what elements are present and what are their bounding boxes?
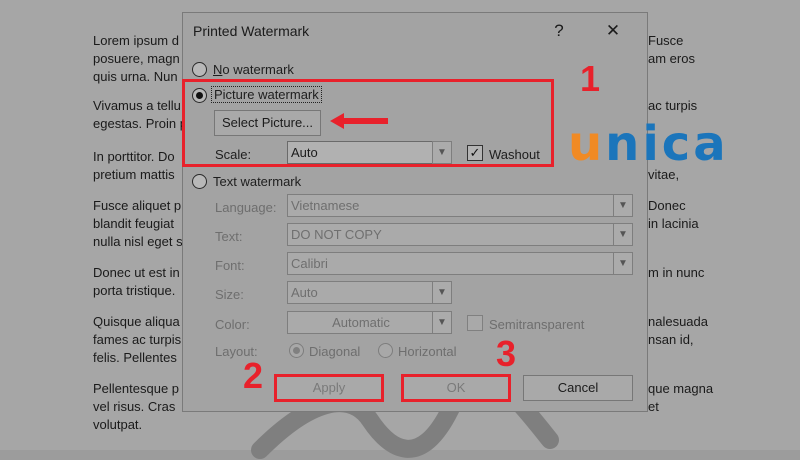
chevron-down-icon[interactable]: ▼: [432, 141, 452, 164]
horizontal-radio[interactable]: [378, 343, 393, 358]
no-watermark-mnemonic: N: [213, 62, 223, 77]
text-watermark-label: Text watermark: [213, 174, 302, 189]
logo-letter-i: i: [642, 116, 662, 172]
step-3-marker: 3: [496, 333, 517, 374]
document-line: fames ac turpis: [93, 332, 182, 347]
color-dropdown[interactable]: Automatic ▼: [287, 311, 452, 334]
text-value: DO NOT COPY: [291, 227, 382, 242]
scale-label: Scale:: [215, 147, 252, 162]
document-line: In porttitor. Do: [93, 149, 175, 164]
select-picture-button[interactable]: Select Picture...: [214, 110, 321, 136]
step-1-marker: 1: [580, 58, 601, 99]
semitransparent-checkbox[interactable]: [467, 315, 483, 331]
document-line: Fusce: [648, 33, 684, 48]
document-line: Lorem ipsum d: [93, 33, 179, 48]
font-value: Calibri: [291, 256, 328, 271]
scale-value: Auto: [291, 145, 318, 160]
document-line: in lacinia: [648, 216, 699, 231]
language-value: Vietnamese: [291, 198, 360, 213]
document-line: nalesuada: [648, 314, 708, 329]
semitransparent-label: Semitransparent: [489, 317, 585, 332]
no-watermark-label: No watermark: [213, 62, 294, 77]
document-line: que magna: [648, 381, 714, 396]
color-label: Color:: [215, 317, 250, 332]
help-button[interactable]: ?: [547, 19, 571, 43]
document-line: porta tristique.: [93, 283, 176, 298]
document-line: et: [648, 399, 659, 414]
text-watermark-radio[interactable]: [192, 174, 207, 189]
document-line: pretium mattis: [93, 167, 175, 182]
unica-logo: unica: [568, 116, 729, 172]
washout-checkbox[interactable]: ✓: [467, 145, 483, 161]
size-value: Auto: [291, 285, 318, 300]
document-line: felis. Pellentes: [93, 350, 177, 365]
logo-letter-a: a: [693, 116, 729, 172]
logo-letter-n: n: [605, 116, 643, 172]
apply-button[interactable]: Apply: [274, 374, 384, 402]
chevron-down-icon[interactable]: ▼: [613, 252, 633, 275]
printed-watermark-dialog: Printed Watermark ? ✕ No watermark Pictu…: [182, 12, 648, 412]
text-label: Text:: [215, 229, 243, 244]
diagonal-label: Diagonal: [309, 344, 361, 359]
text-combobox[interactable]: DO NOT COPY ▼: [287, 223, 633, 246]
ok-button[interactable]: OK: [401, 374, 511, 402]
document-line: Fusce aliquet p: [93, 198, 182, 213]
document-line: egestas. Proin p: [93, 116, 187, 131]
close-button[interactable]: ✕: [601, 19, 625, 43]
chevron-down-icon[interactable]: ▼: [613, 194, 633, 217]
document-line: volutpat.: [93, 417, 143, 432]
document-line: nsan id,: [648, 332, 694, 347]
document-line: m in nunc: [648, 265, 705, 280]
step-2-marker: 2: [243, 355, 264, 396]
washout-label: Washout: [489, 147, 540, 162]
document-line: posuere, magn: [93, 51, 180, 66]
no-watermark-text: o watermark: [222, 62, 294, 77]
size-dropdown[interactable]: Auto ▼: [287, 281, 452, 304]
size-label: Size:: [215, 287, 244, 302]
document-line: Donec ut est in: [93, 265, 180, 280]
document-line: ac turpis: [648, 98, 698, 113]
arrow-left-icon: [330, 113, 388, 129]
logo-letter-u: u: [568, 116, 606, 172]
diagonal-radio[interactable]: [289, 343, 304, 358]
document-line: quis urna. Nun: [93, 69, 178, 84]
no-watermark-radio[interactable]: [192, 62, 207, 77]
document-line: Vivamus a tellu: [93, 98, 181, 113]
chevron-down-icon[interactable]: ▼: [432, 311, 452, 334]
document-line: am eros: [648, 51, 695, 66]
document-line: nulla nisl eget s: [93, 234, 183, 249]
language-label: Language:: [215, 200, 277, 215]
language-dropdown[interactable]: Vietnamese ▼: [287, 194, 633, 217]
document-line: Donec: [648, 198, 686, 213]
document-line: blandit feugiat: [93, 216, 174, 231]
chevron-down-icon[interactable]: ▼: [613, 223, 633, 246]
font-label: Font:: [215, 258, 245, 273]
horizontal-label: Horizontal: [398, 344, 457, 359]
document-line: vel risus. Cras: [93, 399, 176, 414]
cancel-button[interactable]: Cancel: [523, 375, 633, 401]
picture-watermark-radio[interactable]: [192, 88, 207, 103]
chevron-down-icon[interactable]: ▼: [432, 281, 452, 304]
color-value: Automatic: [332, 315, 390, 330]
document-line: Quisque aliqua: [93, 314, 180, 329]
scale-dropdown[interactable]: Auto ▼: [287, 141, 452, 164]
document-line: Pellentesque p: [93, 381, 180, 396]
logo-letter-c: c: [661, 116, 694, 172]
dialog-title: Printed Watermark: [193, 23, 310, 39]
font-dropdown[interactable]: Calibri ▼: [287, 252, 633, 275]
picture-watermark-label: Picture watermark: [211, 86, 322, 103]
